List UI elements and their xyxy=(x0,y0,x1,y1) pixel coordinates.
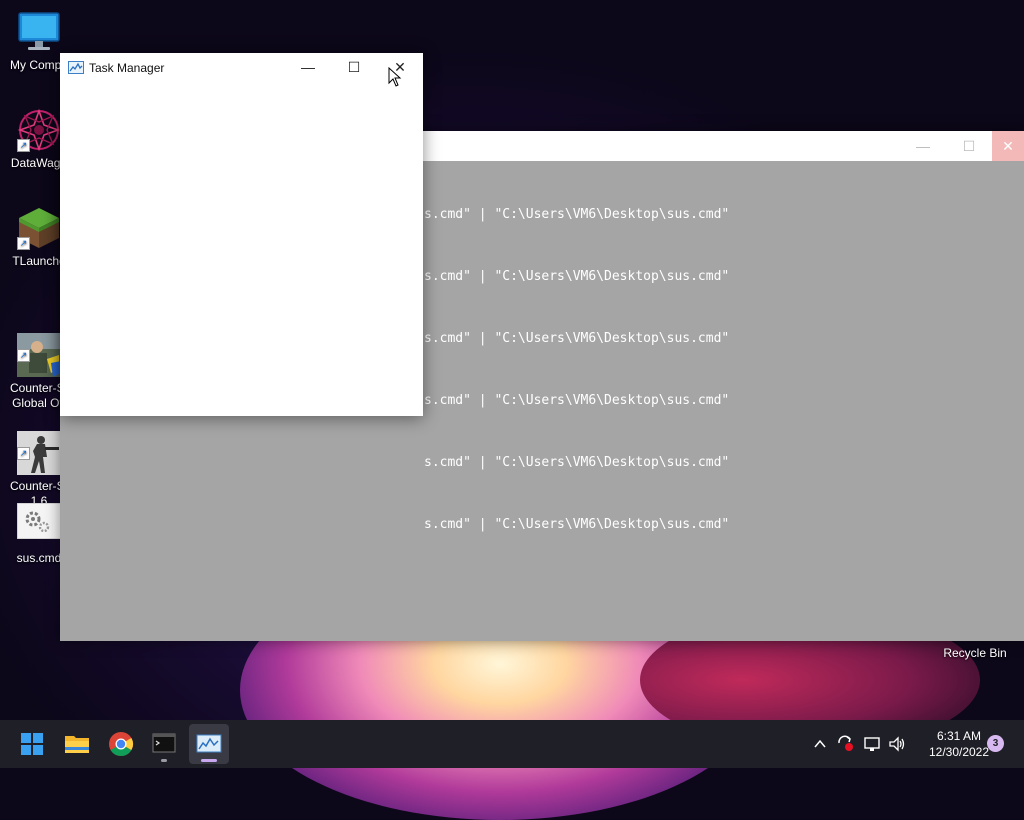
window-title: Task Manager xyxy=(89,61,165,75)
task-manager-icon xyxy=(68,61,84,79)
maximize-button[interactable]: ☐ xyxy=(332,53,376,81)
recycle-bin-label[interactable]: Recycle Bin xyxy=(932,646,1018,660)
console-maximize-button[interactable]: ☐ xyxy=(946,131,992,161)
cmd-gear-file-icon xyxy=(16,502,62,547)
datawagon-app-icon: ↗ xyxy=(17,108,61,152)
mouse-cursor-icon xyxy=(388,66,402,92)
console-minimize-button[interactable]: — xyxy=(900,131,946,161)
console-line: s.cmd" | "C:\Users\VM6\Desktop\sus.cmd" xyxy=(424,517,730,532)
shortcut-arrow-icon: ↗ xyxy=(17,447,30,460)
terminal-icon xyxy=(152,733,176,753)
taskbar-task-manager[interactable] xyxy=(189,724,229,764)
windows-start-icon xyxy=(21,733,43,755)
volume-icon[interactable] xyxy=(888,735,906,783)
folder-icon xyxy=(65,736,89,753)
chrome-icon xyxy=(109,732,134,757)
console-line: s.cmd" | "C:\Users\VM6\Desktop\sus.cmd" xyxy=(424,455,730,470)
shortcut-arrow-icon: ↗ xyxy=(17,349,30,362)
console-close-button[interactable]: ✕ xyxy=(992,131,1024,161)
start-button[interactable] xyxy=(12,724,52,764)
show-hidden-icons-chevron-icon[interactable] xyxy=(812,736,828,784)
counter-strike-app-icon: ↗ xyxy=(17,416,61,475)
task-manager-icon xyxy=(196,734,222,753)
minimize-button[interactable]: — xyxy=(286,53,330,81)
taskbar-chrome[interactable] xyxy=(101,724,141,764)
shortcut-arrow-icon: ↗ xyxy=(17,139,30,152)
taskbar: 6:31 AM 12/30/2022 xyxy=(0,720,1024,768)
tlauncher-grass-block-icon: ↗ xyxy=(17,206,61,250)
network-icon[interactable] xyxy=(863,735,881,783)
desktop-icon-label: TLaunche xyxy=(12,254,66,268)
shortcut-arrow-icon: ↗ xyxy=(17,237,30,250)
computer-monitor-icon xyxy=(17,10,61,54)
task-manager-window[interactable]: Task Manager — ☐ ✕ xyxy=(60,53,423,416)
taskbar-file-explorer[interactable] xyxy=(57,724,97,764)
sync-status-icon[interactable] xyxy=(836,734,854,782)
taskbar-terminal[interactable] xyxy=(144,724,184,764)
csgo-app-icon: ↗ xyxy=(17,318,61,377)
notification-badge[interactable]: 3 xyxy=(987,735,1004,752)
active-indicator xyxy=(201,759,217,762)
desktop-icon-label: sus.cmd xyxy=(16,551,62,565)
desktop-icon-label: DataWago xyxy=(10,156,68,170)
running-indicator xyxy=(161,759,167,762)
